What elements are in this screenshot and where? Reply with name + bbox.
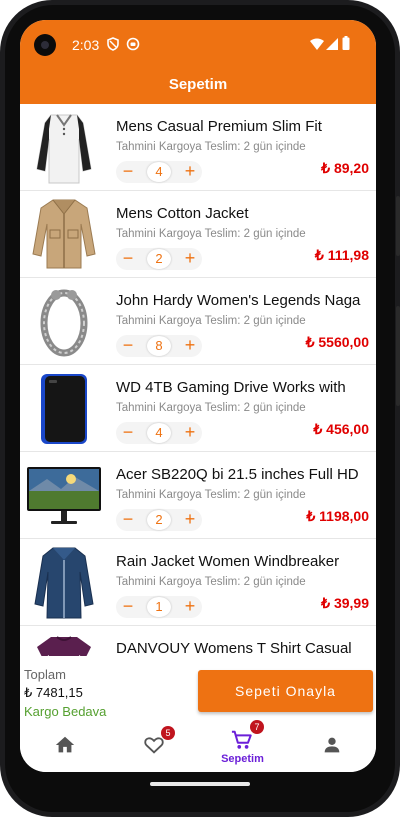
battery-icon	[342, 36, 350, 50]
page-title: Sepetim	[168, 76, 228, 93]
increase-quantity-button[interactable]: +	[182, 597, 198, 615]
quantity-value: 2	[147, 510, 171, 530]
cart-item[interactable]: Mens Casual Premium Slim Fit Tahmini Kar…	[20, 104, 376, 191]
increase-quantity-button[interactable]: +	[182, 423, 198, 441]
confirm-cart-button[interactable]: Sepeti Onayla	[198, 670, 373, 712]
increase-quantity-button[interactable]: +	[182, 510, 198, 528]
product-name[interactable]: DANVOUY Womens T Shirt Casual	[116, 640, 371, 657]
delivery-estimate: Tahmini Kargoya Teslim: 2 gün içinde	[116, 228, 306, 240]
status-time: 2:03	[72, 37, 100, 53]
cart-icon	[231, 730, 252, 749]
total-label: Toplam	[24, 667, 66, 682]
nav-item-profile[interactable]	[287, 720, 376, 772]
free-shipping-label: Kargo Bedava	[24, 704, 107, 719]
front-camera	[34, 34, 56, 56]
product-name[interactable]: Acer SB220Q bi 21.5 inches Full HD	[116, 466, 371, 483]
quantity-value: 4	[147, 423, 171, 443]
shield-icon	[107, 37, 119, 51]
app-bar: Sepetim	[20, 70, 376, 104]
decrease-quantity-button[interactable]: −	[120, 423, 136, 441]
decrease-quantity-button[interactable]: −	[120, 336, 136, 354]
home-indicator[interactable]	[150, 782, 250, 786]
rain-jacket-icon	[34, 547, 94, 619]
bottom-navigation: 5 7 Sepetim	[20, 720, 376, 772]
cart-item[interactable]: Acer SB220Q bi 21.5 inches Full HD Tahmi…	[20, 452, 376, 539]
quantity-stepper: − 4 +	[116, 422, 202, 444]
cart-item[interactable]: John Hardy Women's Legends Naga Tahmini …	[20, 278, 376, 365]
notification-icon	[126, 37, 140, 51]
item-price: ₺ 39,99	[321, 595, 369, 611]
monitor-icon	[27, 467, 101, 524]
hard-drive-icon	[41, 374, 87, 444]
product-name[interactable]: Mens Cotton Jacket	[116, 205, 371, 222]
signal-icon	[326, 38, 338, 50]
item-price: ₺ 89,20	[321, 160, 369, 176]
delivery-estimate: Tahmini Kargoya Teslim: 2 gün içinde	[116, 576, 306, 588]
delivery-estimate: Tahmini Kargoya Teslim: 2 gün içinde	[116, 141, 306, 153]
person-icon	[324, 737, 340, 753]
phone-frame: 2:03 Sepetim Mens Casual Premium Slim Fi…	[0, 0, 400, 817]
nav-label-cart: Sepetim	[221, 753, 264, 765]
quantity-value: 8	[147, 336, 171, 356]
increase-quantity-button[interactable]: +	[182, 336, 198, 354]
raglan-shirt-icon	[36, 114, 92, 184]
cart-item[interactable]: WD 4TB Gaming Drive Works with Tahmini K…	[20, 365, 376, 452]
increase-quantity-button[interactable]: +	[182, 162, 198, 180]
volume-button	[396, 306, 400, 406]
cotton-jacket-icon	[32, 199, 96, 269]
item-price: ₺ 111,98	[314, 247, 369, 263]
quantity-stepper: − 4 +	[116, 161, 202, 183]
decrease-quantity-button[interactable]: −	[120, 249, 136, 267]
increase-quantity-button[interactable]: +	[182, 249, 198, 267]
delivery-estimate: Tahmini Kargoya Teslim: 2 gün içinde	[116, 315, 306, 327]
decrease-quantity-button[interactable]: −	[120, 510, 136, 528]
quantity-stepper: − 2 +	[116, 509, 202, 531]
item-price: ₺ 1198,00	[306, 508, 369, 524]
product-name[interactable]: John Hardy Women's Legends Naga	[116, 292, 371, 309]
quantity-value: 4	[147, 162, 171, 182]
nav-item-cart[interactable]: 7 Sepetim	[198, 720, 287, 772]
decrease-quantity-button[interactable]: −	[120, 597, 136, 615]
item-price: ₺ 5560,00	[305, 334, 369, 350]
product-name[interactable]: WD 4TB Gaming Drive Works with	[116, 379, 371, 396]
item-price: ₺ 456,00	[313, 421, 369, 437]
product-name[interactable]: Mens Casual Premium Slim Fit	[116, 118, 371, 135]
nav-item-home[interactable]	[20, 720, 109, 772]
cart-item[interactable]: Mens Cotton Jacket Tahmini Kargoya Tesli…	[20, 191, 376, 278]
quantity-stepper: − 8 +	[116, 335, 202, 357]
quantity-value: 2	[147, 249, 171, 269]
favorites-badge: 5	[161, 726, 175, 740]
wifi-icon	[310, 38, 324, 50]
product-name[interactable]: Rain Jacket Women Windbreaker	[116, 553, 371, 570]
delivery-estimate: Tahmini Kargoya Teslim: 2 gün içinde	[116, 402, 306, 414]
decrease-quantity-button[interactable]: −	[120, 162, 136, 180]
delivery-estimate: Tahmini Kargoya Teslim: 2 gün içinde	[116, 489, 306, 501]
cart-item[interactable]: Rain Jacket Women Windbreaker Tahmini Ka…	[20, 539, 376, 626]
status-bar: 2:03	[20, 20, 376, 70]
cart-badge: 7	[250, 720, 264, 734]
total-amount: ₺ 7481,15	[24, 685, 83, 700]
cart-list[interactable]: Mens Casual Premium Slim Fit Tahmini Kar…	[20, 104, 376, 713]
cart-summary: Toplam ₺ 7481,15 Kargo Bedava Sepeti Ona…	[20, 656, 376, 720]
bracelet-icon	[40, 289, 88, 357]
screen: 2:03 Sepetim Mens Casual Premium Slim Fi…	[20, 20, 376, 772]
quantity-value: 1	[147, 597, 171, 617]
quantity-stepper: − 1 +	[116, 596, 202, 618]
nav-item-favorites[interactable]: 5	[109, 720, 198, 772]
quantity-stepper: − 2 +	[116, 248, 202, 270]
home-icon	[55, 736, 75, 753]
power-button	[396, 196, 400, 256]
